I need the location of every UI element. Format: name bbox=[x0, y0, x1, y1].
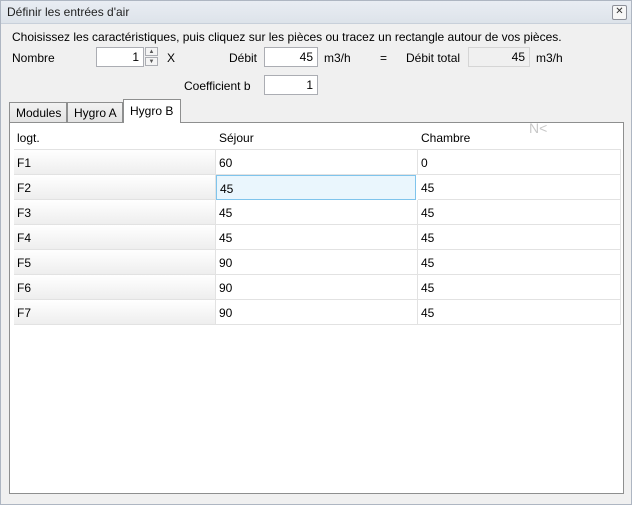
row-label-cell: F2 bbox=[14, 175, 216, 200]
chambre-cell[interactable]: 45 bbox=[418, 275, 621, 300]
column-header-chambre[interactable]: Chambre bbox=[418, 125, 621, 150]
sejour-cell-selected[interactable]: 45 bbox=[216, 175, 416, 200]
chambre-cell[interactable]: 45 bbox=[418, 175, 621, 200]
tab-hygro-a[interactable]: Hygro A bbox=[67, 102, 123, 122]
sejour-cell[interactable]: 45 bbox=[216, 200, 418, 225]
row-label-cell: F3 bbox=[14, 200, 216, 225]
debit-total-label: Débit total bbox=[406, 51, 461, 65]
table-row: F5 90 45 bbox=[14, 250, 621, 275]
sejour-cell[interactable]: 90 bbox=[216, 275, 418, 300]
chambre-cell[interactable]: 45 bbox=[418, 300, 621, 325]
nombre-spinner[interactable]: ▲ ▼ bbox=[145, 47, 158, 67]
x-label: X bbox=[167, 51, 176, 65]
sejour-cell[interactable]: 45 bbox=[216, 225, 418, 250]
nombre-label: Nombre bbox=[12, 51, 55, 65]
table-row: F2 45 45 bbox=[14, 175, 621, 200]
row-label-cell: F1 bbox=[14, 150, 216, 175]
tab-hygro-b[interactable]: Hygro B bbox=[123, 99, 181, 123]
coefficient-input[interactable]: 1 bbox=[264, 75, 318, 95]
debit-input[interactable]: 45 bbox=[264, 47, 318, 67]
spin-down-icon[interactable]: ▼ bbox=[145, 57, 158, 66]
row-label-cell: F7 bbox=[14, 300, 216, 325]
watermark-glyph: N< bbox=[529, 120, 548, 136]
table-row: F3 45 45 bbox=[14, 200, 621, 225]
debit-total-field: 45 bbox=[468, 47, 530, 67]
row-label-cell: F5 bbox=[14, 250, 216, 275]
debit-unit: m3/h bbox=[324, 51, 351, 65]
title-bar[interactable]: Définir les entrées d'air ✕ bbox=[1, 1, 631, 24]
table-row: F7 90 45 bbox=[14, 300, 621, 325]
sejour-cell[interactable]: 90 bbox=[216, 300, 418, 325]
equals-sign: = bbox=[380, 51, 388, 65]
chambre-cell[interactable]: 45 bbox=[418, 250, 621, 275]
row-label-cell: F4 bbox=[14, 225, 216, 250]
row-label-cell: F6 bbox=[14, 275, 216, 300]
chambre-cell[interactable]: 0 bbox=[418, 150, 621, 175]
nombre-input[interactable]: 1 bbox=[96, 47, 144, 67]
chambre-cell[interactable]: 45 bbox=[418, 200, 621, 225]
column-header-sejour[interactable]: Séjour bbox=[216, 125, 418, 150]
close-button[interactable]: ✕ bbox=[612, 5, 627, 20]
tab-modules[interactable]: Modules bbox=[9, 102, 67, 122]
close-icon: ✕ bbox=[615, 6, 624, 17]
dialog-window: Définir les entrées d'air ✕ Choisissez l… bbox=[0, 0, 632, 505]
window-title: Définir les entrées d'air bbox=[7, 5, 130, 19]
table-row: F1 60 0 bbox=[14, 150, 621, 175]
chambre-cell[interactable]: 45 bbox=[418, 225, 621, 250]
coefficient-label: Coefficient b bbox=[184, 79, 251, 93]
tab-panel: logt. Séjour Chambre F1 60 0 F2 45 45 F3… bbox=[9, 122, 624, 494]
table-row: F6 90 45 bbox=[14, 275, 621, 300]
sejour-cell[interactable]: 60 bbox=[216, 150, 418, 175]
debit-total-unit: m3/h bbox=[536, 51, 563, 65]
table-row: F4 45 45 bbox=[14, 225, 621, 250]
column-header-logt[interactable]: logt. bbox=[14, 125, 216, 150]
spin-up-icon[interactable]: ▲ bbox=[145, 47, 158, 56]
instructions-text: Choisissez les caractéristiques, puis cl… bbox=[12, 30, 562, 44]
debit-label: Débit bbox=[229, 51, 258, 65]
sejour-cell[interactable]: 90 bbox=[216, 250, 418, 275]
data-grid: logt. Séjour Chambre F1 60 0 F2 45 45 F3… bbox=[14, 125, 621, 491]
